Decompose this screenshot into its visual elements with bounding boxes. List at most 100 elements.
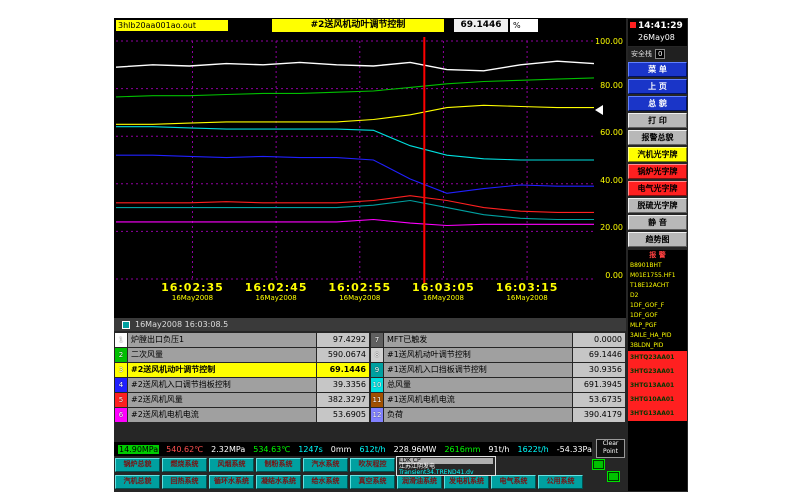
- legend-row[interactable]: 1炉膛出口负压197.4292: [115, 333, 369, 347]
- menu-button[interactable]: 汽水系统: [303, 458, 348, 472]
- legend-row[interactable]: 8#1送风机动叶调节控制69.1446: [371, 348, 625, 362]
- pen-color-swatch: 9: [371, 363, 383, 377]
- menu-button[interactable]: 公用系统: [538, 475, 583, 489]
- tick-time: 16:02:45: [231, 281, 321, 294]
- alarm-item[interactable]: M01E1755.HF1: [628, 271, 687, 281]
- sidebar-button[interactable]: 锅炉光字牌: [628, 164, 687, 179]
- pen-legend: 1炉膛出口负压197.42922二次风量590.06743#2送风机动叶调节控制…: [114, 332, 626, 424]
- alarm-item[interactable]: 3HTG10AA01: [628, 393, 687, 407]
- legend-value: 39.3356: [317, 378, 369, 392]
- menu-button[interactable]: 给水系统: [303, 475, 348, 489]
- tick-date: 16May2008: [147, 294, 237, 302]
- alarm-item[interactable]: MLP_PGF: [628, 321, 687, 331]
- alarm-item[interactable]: 3HTQ23AA01: [628, 351, 687, 365]
- tick-time: 16:03:15: [482, 281, 572, 294]
- trend-plot-area: [116, 37, 594, 283]
- y-axis-label: 60.00: [600, 128, 623, 137]
- clear-point-button[interactable]: Clear Point: [596, 439, 625, 458]
- alarm-item[interactable]: 3HTG13AA01: [628, 379, 687, 393]
- x-axis-tick: 16:03:0516May2008: [398, 281, 488, 302]
- alarm-item[interactable]: 1DF_GOF_F: [628, 301, 687, 311]
- clear-point-label-2: Point: [597, 448, 624, 456]
- sidebar-button[interactable]: 报警总貌: [628, 130, 687, 145]
- menu-button[interactable]: 电气系统: [491, 475, 536, 489]
- alarm-item[interactable]: 3HTG13AA01: [628, 407, 687, 421]
- legend-column-right: 7MFT已触发0.00008#1送风机动叶调节控制69.14469#1送风机入口…: [371, 333, 625, 423]
- menu-button[interactable]: 真空系统: [350, 475, 395, 489]
- pen-color-swatch: 2: [115, 348, 127, 362]
- legend-row[interactable]: 9#1送风机入口挡板调节控制30.9356: [371, 363, 625, 377]
- menu-button[interactable]: 汽机总貌: [115, 475, 160, 489]
- menu-button[interactable]: 发电机系统: [444, 475, 489, 489]
- menu-button[interactable]: 润滑油系统: [397, 475, 442, 489]
- sidebar-button[interactable]: 上 页: [628, 79, 687, 94]
- sidebar-button[interactable]: 打 印: [628, 113, 687, 128]
- y-axis-label: 0.00: [605, 271, 623, 280]
- alarm-item[interactable]: B8901BHT: [628, 261, 687, 271]
- sidebar-button[interactable]: 脱硫光字牌: [628, 198, 687, 213]
- legend-row[interactable]: 12负荷390.4179: [371, 408, 625, 422]
- legend-label: #1送风机入口挡板调节控制: [384, 363, 572, 377]
- y-axis: 100.0080.0060.0040.0020.000.00: [594, 37, 626, 277]
- alarm-item[interactable]: 1DF_GOF: [628, 311, 687, 321]
- sidebar-button[interactable]: 电气光字牌: [628, 181, 687, 196]
- trend-unit: %: [510, 19, 538, 32]
- legend-row[interactable]: 4#2送风机入口调节挡板控制39.3356: [115, 378, 369, 392]
- menu-button[interactable]: 风烟系统: [209, 458, 254, 472]
- pen-color-swatch: 10: [371, 378, 383, 392]
- menu-button[interactable]: 制粉系统: [256, 458, 301, 472]
- sidebar-button[interactable]: 菜 单: [628, 62, 687, 77]
- tick-date: 16May2008: [315, 294, 405, 302]
- alarm-item[interactable]: 3AILE_HA_PID: [628, 331, 687, 341]
- menu-button[interactable]: 回热系统: [162, 475, 207, 489]
- clock-time: 14:41:29: [638, 21, 683, 31]
- legend-value: 30.9356: [573, 363, 625, 377]
- alarm-item[interactable]: T18E12ACHT: [628, 281, 687, 291]
- legend-label: 负荷: [384, 408, 572, 422]
- legend-row[interactable]: 6#2送风机电机电流53.6905: [115, 408, 369, 422]
- alarm-item[interactable]: D2: [628, 291, 687, 301]
- legend-value: 53.6905: [317, 408, 369, 422]
- menu-button[interactable]: 循环水系统: [209, 475, 254, 489]
- sidebar-button[interactable]: 汽机光字牌: [628, 147, 687, 162]
- status-value: 1247s: [297, 445, 324, 454]
- legend-row[interactable]: 11#1送风机电机电流53.6735: [371, 393, 625, 407]
- y-axis-label: 40.00: [600, 176, 623, 185]
- legend-row[interactable]: 5#2送风机风量382.3297: [115, 393, 369, 407]
- app-window: 3hlb20aa001ao.out #2送风机动叶调节控制 69.1446 % …: [114, 18, 688, 492]
- menu-button[interactable]: 燃烧系统: [162, 458, 207, 472]
- menu-button[interactable]: 锅炉总貌: [115, 458, 160, 472]
- x-axis-tick: 16:02:5516May2008: [315, 281, 405, 302]
- safety-stack-label: 安全栈: [631, 49, 652, 59]
- legend-label: MFT已触发: [384, 333, 572, 347]
- sidebar-button[interactable]: 静 音: [628, 215, 687, 230]
- clock-date: 26May08: [638, 33, 675, 42]
- diagram-path: Transient34.TREND41.dv: [399, 470, 493, 476]
- menu-row-2: 汽机总貌回热系统循环水系统凝结水系统给水系统真空系统润滑油系统发电机系统电气系统…: [115, 475, 583, 489]
- legend-row[interactable]: 2二次风量590.0674: [115, 348, 369, 362]
- legend-value: 382.3297: [317, 393, 369, 407]
- legend-row[interactable]: 3#2送风机动叶调节控制69.1446: [115, 363, 369, 377]
- pen-color-swatch: 3: [115, 363, 127, 377]
- menu-button[interactable]: 凝结水系统: [256, 475, 301, 489]
- screen-shortcut-icon[interactable]: [607, 471, 620, 482]
- alarm-list-header: 报 警: [628, 250, 687, 261]
- trend-line-5: [116, 196, 594, 213]
- alarm-item[interactable]: 3BLDN_PID: [628, 341, 687, 351]
- point-tag-field[interactable]: 3hlb20aa001ao.out: [116, 20, 228, 31]
- legend-value: 97.4292: [317, 333, 369, 347]
- alarm-item[interactable]: 3HTG23AA01: [628, 365, 687, 379]
- sidebar-button[interactable]: 总 貌: [628, 96, 687, 111]
- menu-button[interactable]: 吹灰程控: [350, 458, 395, 472]
- legend-value: 390.4179: [573, 408, 625, 422]
- cursor-color-icon: [122, 321, 130, 329]
- legend-label: #2送风机入口调节挡板控制: [128, 378, 316, 392]
- screen-shortcut-icon[interactable]: [592, 459, 605, 470]
- legend-label: #1送风机电机电流: [384, 393, 572, 407]
- trend-line-7: [116, 127, 594, 160]
- status-value: -54.33Pa: [556, 445, 592, 454]
- sidebar-button[interactable]: 趋势图: [628, 232, 687, 247]
- legend-row[interactable]: 7MFT已触发0.0000: [371, 333, 625, 347]
- legend-row[interactable]: 10总风量691.3945: [371, 378, 625, 392]
- x-axis-tick: 16:03:1516May2008: [482, 281, 572, 302]
